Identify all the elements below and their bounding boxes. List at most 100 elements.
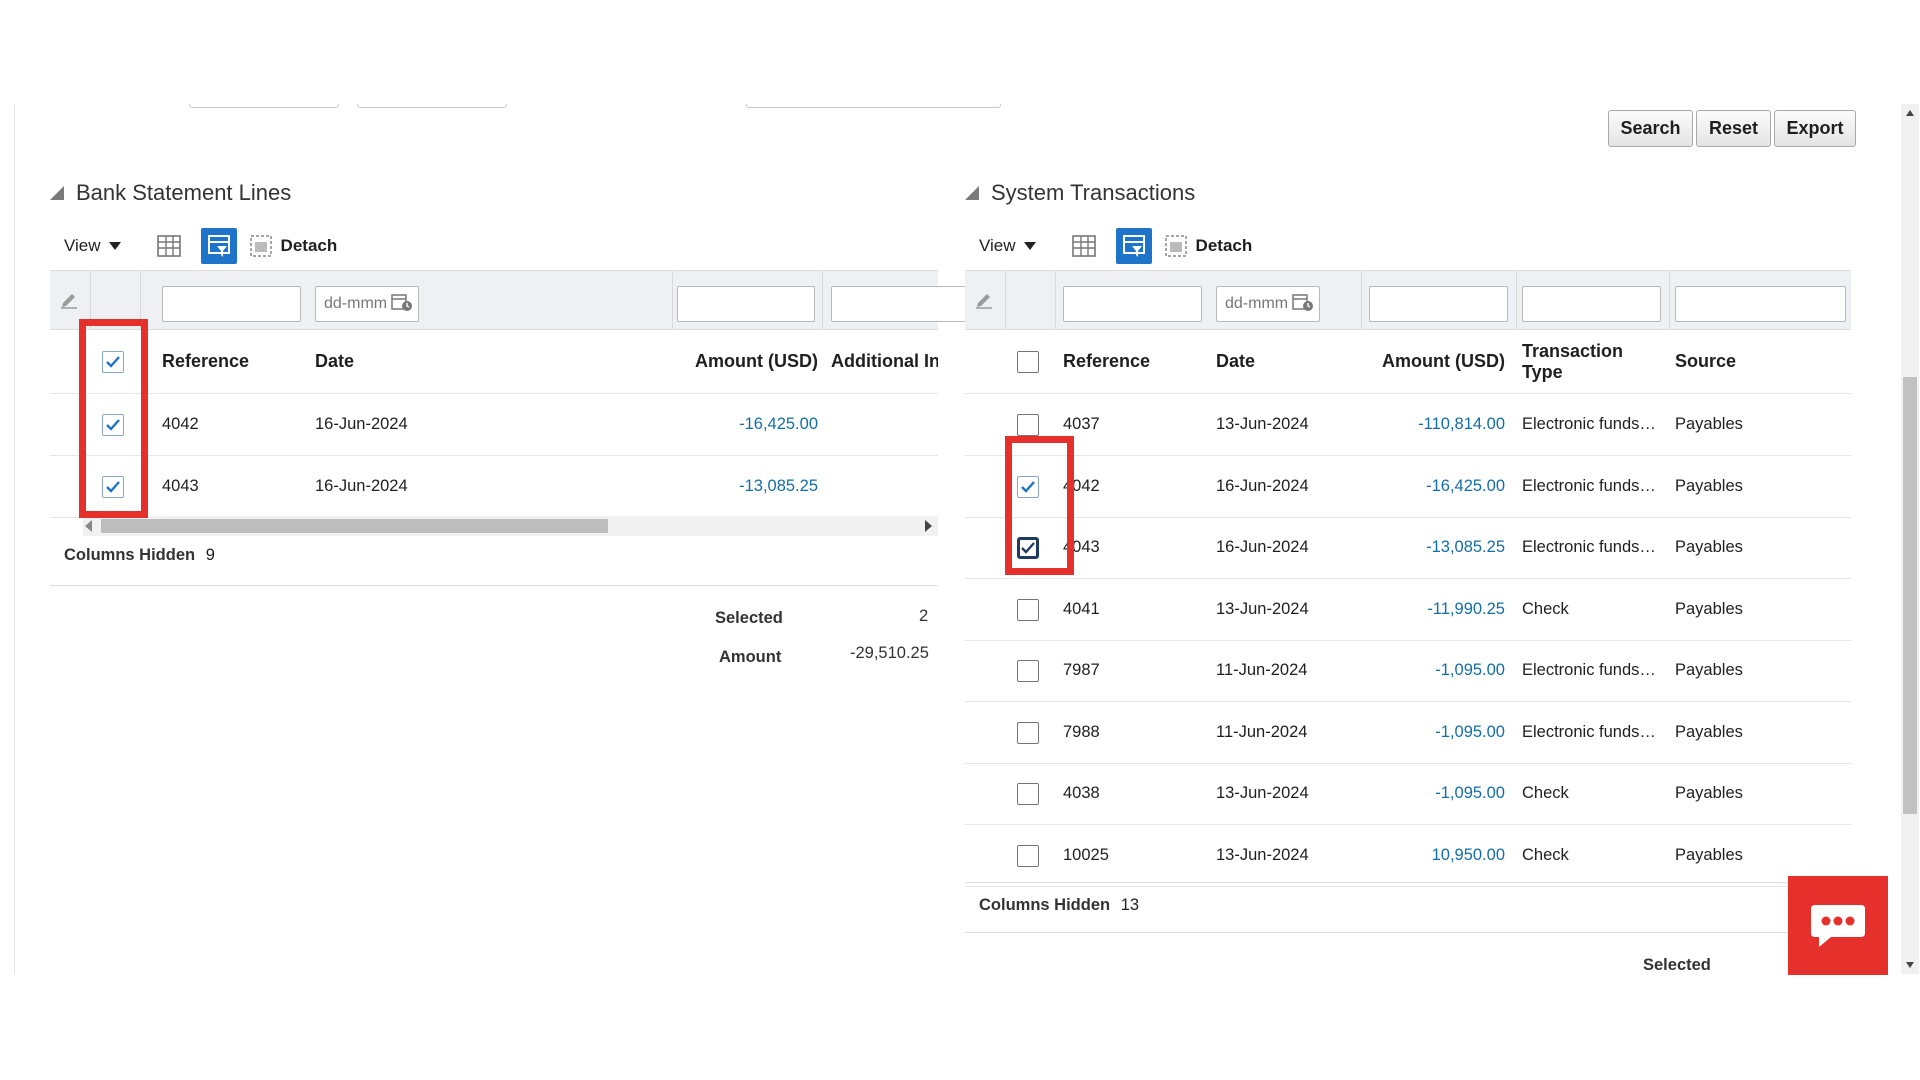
panel-header[interactable]: System Transactions bbox=[965, 180, 1195, 206]
scrollbar-thumb[interactable] bbox=[1903, 377, 1917, 814]
column-header-amount[interactable]: Amount (USD) bbox=[1361, 330, 1505, 393]
scrollbar-thumb[interactable] bbox=[101, 519, 608, 533]
date-filter-input[interactable]: dd-mmm bbox=[1216, 286, 1320, 322]
column-header-date[interactable]: Date bbox=[1216, 330, 1255, 393]
cell-date: 16-Jun-2024 bbox=[315, 477, 408, 495]
cell-source: Payables bbox=[1675, 784, 1743, 802]
cell-source: Payables bbox=[1675, 415, 1743, 433]
row-checkbox[interactable] bbox=[1017, 721, 1039, 744]
cell-source: Payables bbox=[1675, 476, 1743, 495]
table-row[interactable]: 10025 13-Jun-2024 10,950.00 Check Payables bbox=[965, 825, 1851, 887]
cell-reference: 4043 bbox=[1063, 538, 1100, 556]
cell-source: Payables bbox=[1675, 661, 1743, 679]
cell-amount[interactable]: -16,425.00 bbox=[672, 394, 818, 455]
panel-title: System Transactions bbox=[991, 180, 1196, 205]
detach-button[interactable]: Detach bbox=[1164, 234, 1252, 258]
view-menu[interactable]: View bbox=[64, 236, 121, 256]
row-checkbox[interactable] bbox=[1017, 844, 1039, 867]
cell-amount[interactable]: -1,095.00 bbox=[1361, 702, 1505, 763]
cell-amount[interactable]: -1,095.00 bbox=[1361, 763, 1505, 824]
column-header-additional-info[interactable]: Additional Info bbox=[831, 330, 938, 393]
table-row[interactable]: 4038 13-Jun-2024 -1,095.00 Check Payables bbox=[965, 763, 1851, 825]
table-row[interactable]: 4041 13-Jun-2024 -11,990.25 Check Payables bbox=[965, 579, 1851, 641]
cell-amount[interactable]: -110,814.00 bbox=[1361, 394, 1505, 455]
row-checkbox[interactable] bbox=[1017, 660, 1039, 682]
chat-button[interactable] bbox=[1788, 876, 1888, 975]
table-row[interactable]: 7987 11-Jun-2024 -1,095.00 Electronic funds… bbox=[965, 640, 1851, 702]
query-by-example-icon[interactable] bbox=[1115, 228, 1152, 264]
cell-amount[interactable]: -16,425.00 bbox=[1361, 456, 1505, 517]
divider bbox=[50, 585, 938, 586]
panel-header[interactable]: Bank Statement Lines bbox=[50, 180, 291, 206]
table-row[interactable]: 4043 16-Jun-2024 -13,085.25 Electronic fund… bbox=[965, 517, 1851, 579]
additional-info-filter-input[interactable] bbox=[831, 286, 971, 322]
column-header-transaction-type[interactable]: Transaction Type bbox=[1522, 330, 1652, 393]
scroll-up-icon[interactable] bbox=[1906, 110, 1914, 116]
select-all-checkbox[interactable] bbox=[1017, 351, 1039, 373]
detach-button[interactable]: Detach bbox=[249, 234, 337, 258]
horizontal-scrollbar[interactable] bbox=[83, 516, 938, 536]
row-checkbox[interactable] bbox=[1017, 475, 1039, 498]
source-filter-input[interactable] bbox=[1675, 286, 1846, 322]
table-row[interactable]: 4042 16-Jun-2024 -16,425.00 bbox=[50, 394, 938, 456]
row-checkbox[interactable] bbox=[1017, 783, 1039, 805]
pencil-icon bbox=[975, 289, 993, 314]
row-checkbox[interactable] bbox=[102, 414, 124, 436]
cell-transaction-type: Electronic funds… bbox=[1522, 538, 1656, 556]
column-header-source[interactable]: Source bbox=[1675, 330, 1736, 393]
row-checkbox[interactable] bbox=[1017, 598, 1039, 621]
row-checkbox[interactable] bbox=[102, 476, 124, 498]
table-row[interactable]: 7988 11-Jun-2024 -1,095.00 Electronic funds… bbox=[965, 702, 1851, 764]
columns-hidden[interactable]: Columns Hidden 9 bbox=[64, 546, 215, 565]
scroll-left-icon[interactable] bbox=[85, 520, 92, 532]
freeze-columns-icon[interactable] bbox=[1066, 228, 1102, 264]
row-checkbox[interactable] bbox=[1017, 537, 1039, 559]
table-row[interactable]: 4042 16-Jun-2024 -16,425.00 Electronic fund… bbox=[965, 456, 1851, 518]
columns-hidden[interactable]: Columns Hidden 13 bbox=[979, 896, 1139, 915]
cell-amount[interactable]: -13,085.25 bbox=[1361, 517, 1505, 578]
table-row[interactable]: 4037 13-Jun-2024 -110,814.00 Electronic fun… bbox=[965, 394, 1851, 456]
bank-statement-lines-panel: Bank Statement Lines View Detach dd-mmm … bbox=[15, 104, 971, 974]
transaction-type-filter-input[interactable] bbox=[1522, 286, 1661, 322]
cell-reference: 4042 bbox=[1063, 476, 1100, 495]
cell-source: Payables bbox=[1675, 599, 1743, 618]
vertical-scrollbar[interactable] bbox=[1901, 104, 1919, 974]
cell-reference: 4041 bbox=[1063, 599, 1100, 618]
amount-filter-input[interactable] bbox=[1369, 286, 1508, 322]
table-row[interactable]: 4043 16-Jun-2024 -13,085.25 bbox=[50, 456, 938, 518]
chat-bubble-icon bbox=[1811, 904, 1865, 947]
reference-filter-input[interactable] bbox=[1063, 286, 1202, 322]
date-filter-input[interactable]: dd-mmm bbox=[315, 286, 419, 322]
scroll-down-icon[interactable] bbox=[1906, 962, 1914, 968]
caret-down-icon bbox=[108, 242, 121, 250]
cell-date: 13-Jun-2024 bbox=[1216, 599, 1309, 618]
query-by-example-icon[interactable] bbox=[200, 228, 237, 264]
cell-source: Payables bbox=[1675, 722, 1743, 741]
amount-total: -29,510.25 bbox=[850, 644, 929, 662]
reference-filter-input[interactable] bbox=[162, 286, 301, 322]
scroll-right-icon[interactable] bbox=[925, 520, 932, 532]
select-all-checkbox[interactable] bbox=[102, 351, 124, 373]
amount-filter-input[interactable] bbox=[677, 286, 815, 322]
table-toolbar: View Detach bbox=[979, 226, 1252, 266]
cell-date: 11-Jun-2024 bbox=[1216, 722, 1308, 741]
cell-amount[interactable]: -11,990.25 bbox=[1361, 579, 1505, 640]
collapse-triangle-icon[interactable] bbox=[965, 186, 979, 200]
column-header-amount[interactable]: Amount (USD) bbox=[672, 330, 818, 393]
cell-transaction-type: Check bbox=[1522, 845, 1569, 864]
cell-amount[interactable]: -13,085.25 bbox=[672, 456, 818, 517]
freeze-columns-icon[interactable] bbox=[151, 228, 187, 264]
row-checkbox[interactable] bbox=[1017, 414, 1039, 436]
column-header-date[interactable]: Date bbox=[315, 330, 354, 393]
column-header-reference[interactable]: Reference bbox=[1063, 330, 1150, 393]
view-menu[interactable]: View bbox=[979, 236, 1036, 256]
cell-amount[interactable]: -1,095.00 bbox=[1361, 640, 1505, 701]
table-header-row: Reference Date Amount (USD) Additional I… bbox=[50, 330, 938, 394]
collapse-triangle-icon[interactable] bbox=[50, 186, 64, 200]
cell-transaction-type: Electronic funds… bbox=[1522, 661, 1656, 679]
calendar-icon[interactable] bbox=[1292, 292, 1314, 317]
cell-date: 11-Jun-2024 bbox=[1216, 661, 1308, 679]
cell-amount[interactable]: 10,950.00 bbox=[1361, 825, 1505, 886]
column-header-reference[interactable]: Reference bbox=[162, 330, 249, 393]
calendar-icon[interactable] bbox=[391, 292, 413, 317]
